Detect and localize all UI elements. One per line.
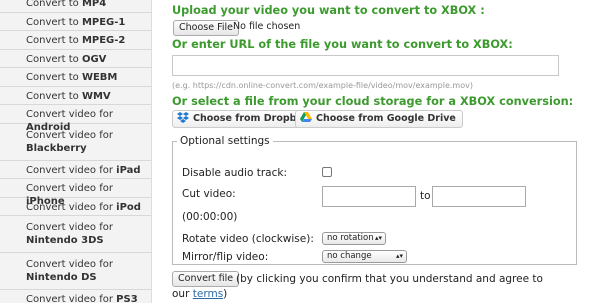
sidebar-item[interactable]: Convert video for Nintendo DS [0, 253, 151, 290]
sidebar-item[interactable]: Convert to MP4 [0, 0, 151, 13]
sidebar-item[interactable]: Convert to OGV [0, 49, 151, 68]
sidebar-item[interactable]: Convert video for iPad [0, 160, 151, 179]
agree-text: (by clicking you confirm that you unders… [236, 273, 543, 285]
sidebar-item-prefix: Convert to [26, 90, 82, 102]
mirror-label: Mirror/flip video: [182, 251, 269, 263]
rotate-select-value: no rotation [327, 233, 374, 243]
sidebar-item[interactable]: Convert video for iPod [0, 197, 151, 216]
sidebar-item[interactable]: Convert video for iPhone [0, 179, 151, 207]
mirror-select[interactable]: no change ▴▾ [322, 250, 407, 263]
disable-audio-checkbox[interactable] [322, 167, 332, 177]
terms-link[interactable]: terms [193, 288, 223, 300]
sidebar-item-format: WMV [81, 90, 111, 102]
rotate-label: Rotate video (clockwise): [182, 233, 314, 245]
cloud-heading: Or select a file from your cloud storage… [172, 95, 574, 108]
sidebar-item[interactable]: Convert video for Android [0, 105, 151, 133]
sidebar-item-prefix: Convert to [26, 0, 82, 9]
sidebar-item-format: WEBM [81, 72, 118, 83]
sidebar-item-prefix: Convert video for [26, 183, 113, 194]
upload-heading: Upload your video you want to convert to… [172, 4, 485, 17]
agree-close: ) [223, 288, 228, 300]
sidebar-item-prefix: Convert to [26, 53, 82, 65]
sidebar-item-format: OGV [81, 53, 107, 65]
sidebar-item-format: Nintendo 3DS [26, 235, 104, 246]
sidebar-item-prefix: Convert video for [26, 259, 113, 270]
url-example-hint: (e.g. https://cdn.online-convert.com/exa… [172, 81, 473, 90]
agree-our: our [172, 288, 190, 300]
sidebar-item-prefix: Convert video for [26, 201, 117, 213]
sidebar-item-prefix: Convert video for [26, 294, 117, 303]
url-input[interactable] [172, 55, 559, 76]
cut-start-input[interactable] [322, 186, 416, 207]
choose-file-button[interactable]: Choose File [173, 20, 239, 36]
mirror-select-value: no change [327, 251, 372, 261]
sidebar-item-format: MPEG-1 [81, 16, 126, 28]
sidebar-item-format: iPad [116, 164, 141, 176]
sidebar-item-format: Nintendo DS [26, 272, 97, 283]
sidebar-item-format: MPEG-2 [81, 35, 126, 46]
sidebar-item-prefix: Convert video for [26, 222, 113, 233]
sidebar-item[interactable]: Convert to WMV [0, 86, 151, 105]
sidebar-item-format: iPod [116, 201, 141, 213]
agree-text-line2: our terms) [172, 288, 227, 300]
sidebar-item-prefix: Convert video for [26, 164, 117, 176]
url-heading: Or enter URL of the file you want to con… [172, 38, 513, 51]
dropbox-icon [177, 112, 189, 123]
rotate-select[interactable]: no rotation ▴▾ [322, 232, 386, 245]
chevron-updown-icon: ▴▾ [395, 252, 403, 260]
sidebar: Convert to MP4 Convert to MPEG-1 Convert t… [0, 0, 152, 303]
sidebar-item-prefix: Convert video for [26, 129, 113, 141]
sidebar-item-prefix: Convert to [26, 72, 82, 83]
google-drive-icon [300, 112, 312, 122]
sidebar-item[interactable]: Convert to MPEG-1 [0, 12, 151, 31]
sidebar-item[interactable]: Convert video for Blackberry [0, 123, 151, 161]
sidebar-item-prefix: Convert video for [26, 109, 113, 120]
sidebar-item[interactable]: Convert to WEBM [0, 68, 151, 87]
sidebar-item-format: Blackberry [26, 142, 87, 154]
sidebar-item-format: MP4 [81, 0, 107, 9]
sidebar-item[interactable]: Convert to MPEG-2 [0, 31, 151, 50]
disable-audio-label: Disable audio track: [182, 167, 287, 179]
time-format-hint: (00:00:00) [182, 211, 238, 223]
sidebar-item-prefix: Convert to [26, 35, 82, 46]
no-file-label: No file chosen [233, 21, 301, 32]
sidebar-item[interactable]: Convert video for Nintendo 3DS [0, 216, 151, 253]
optional-settings-legend: Optional settings [180, 135, 270, 147]
dropbox-label: Choose from Dropbox [193, 113, 310, 124]
google-drive-button[interactable]: Choose from Google Drive [295, 110, 463, 128]
optional-settings: Optional settings Disable audio track: C… [172, 135, 577, 265]
cut-video-label: Cut video: [182, 188, 236, 200]
sidebar-item-prefix: Convert to [26, 16, 82, 28]
google-drive-label: Choose from Google Drive [316, 113, 456, 124]
chevron-updown-icon: ▴▾ [374, 234, 382, 242]
convert-file-button[interactable]: Convert file [172, 271, 240, 287]
cut-to-label: to [420, 190, 431, 202]
cut-end-input[interactable] [432, 186, 526, 207]
sidebar-item-format: PS3 [116, 294, 138, 303]
sidebar-item[interactable]: Convert video for PS3 [0, 290, 151, 303]
